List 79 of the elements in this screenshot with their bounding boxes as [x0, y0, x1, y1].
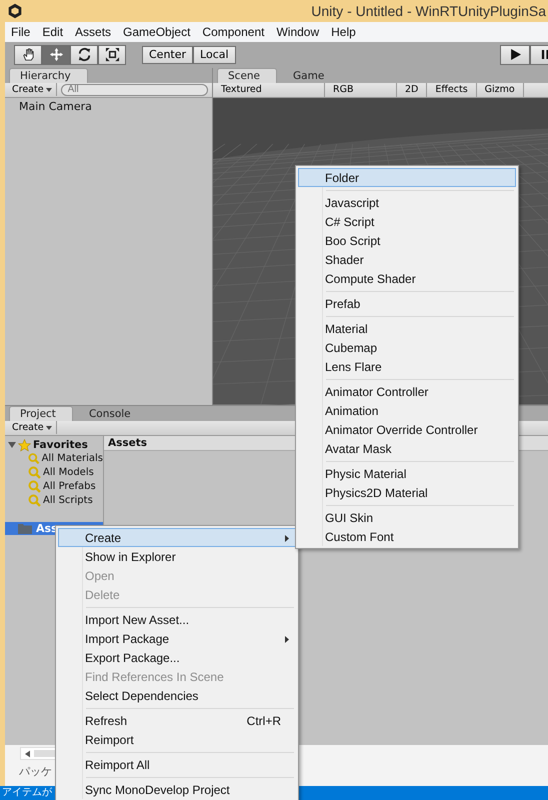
view-tab[interactable]: Scene: [217, 68, 278, 83]
menu-item[interactable]: Prefab: [298, 294, 516, 313]
rotate-icon: [76, 47, 92, 62]
favorite-item[interactable]: All Models: [43, 467, 94, 478]
menu-item[interactable]: Show in Explorer: [58, 547, 296, 566]
arrow-left-icon[interactable]: [25, 750, 30, 758]
menu-item[interactable]: Help: [331, 24, 356, 39]
menu-item[interactable]: Window: [276, 24, 320, 39]
menu-item[interactable]: Sync MonoDevelop Project: [58, 780, 296, 799]
view-tab[interactable]: Game: [283, 68, 340, 83]
menu-item[interactable]: Import New Asset...: [58, 610, 296, 629]
caret-icon: [46, 426, 52, 430]
menu-item[interactable]: Material: [298, 319, 516, 338]
menu-item[interactable]: Reimport All: [58, 755, 296, 774]
hierarchy-tab[interactable]: Hierarchy: [9, 68, 88, 83]
menu-item[interactable]: Folder: [298, 168, 516, 187]
menu-item[interactable]: Lens Flare: [298, 357, 516, 376]
menu-item[interactable]: GameObject: [123, 24, 190, 39]
panel-tab[interactable]: Project: [9, 406, 73, 420]
menu-item[interactable]: Import Package: [58, 629, 296, 648]
menu-item[interactable]: Javascript: [298, 193, 516, 212]
menu-item[interactable]: Custom Font: [298, 527, 516, 546]
star-icon: [18, 438, 31, 452]
search-icon: [28, 480, 41, 493]
scene-toolbar-button[interactable]: RGB: [325, 82, 397, 97]
search-icon: [28, 494, 41, 507]
menu-item[interactable]: Reimport: [58, 730, 296, 749]
pause-icon: [540, 49, 548, 60]
menu-item[interactable]: Animator Controller: [298, 382, 516, 401]
menu-item[interactable]: Compute Shader: [298, 269, 516, 288]
menu-item[interactable]: Select Dependencies: [58, 686, 296, 705]
menu-item[interactable]: Cubemap: [298, 338, 516, 357]
create-dropdown[interactable]: Create: [8, 421, 57, 434]
menu-item[interactable]: Edit: [42, 24, 64, 39]
rotate-tool-button[interactable]: [70, 44, 98, 65]
search-field[interactable]: All: [60, 84, 208, 96]
hierarchy-item[interactable]: Main Camera: [19, 100, 92, 113]
move-tool-button[interactable]: [42, 44, 70, 65]
menu-item[interactable]: Physics2D Material: [298, 483, 516, 502]
menu-item[interactable]: Create: [58, 528, 296, 547]
pivot-button[interactable]: Center: [142, 46, 194, 64]
play-icon: [510, 49, 520, 60]
favorite-item[interactable]: All Prefabs: [43, 481, 96, 492]
hand-tool-button[interactable]: [14, 44, 42, 65]
scene-toolbar-button[interactable]: 2D: [397, 82, 428, 97]
status-text: アイテムが: [2, 787, 52, 799]
menu-item[interactable]: Physic Material: [298, 464, 516, 483]
menu-item[interactable]: File: [11, 24, 30, 39]
hand-icon: [20, 47, 36, 62]
scene-toolbar-button[interactable]: Effects: [427, 82, 477, 97]
scale-icon: [104, 47, 120, 62]
folder-icon: [18, 522, 32, 534]
create-dropdown[interactable]: Create: [8, 83, 57, 96]
menu-item[interactable]: Shader: [298, 250, 516, 269]
scene-toolbar-button[interactable]: Textured: [213, 82, 325, 97]
window-title: Unity - Untitled - WinRTUnityPluginSa: [311, 3, 546, 19]
search-icon: [28, 452, 40, 465]
menu-item[interactable]: Component: [202, 24, 264, 39]
move-icon: [48, 47, 64, 62]
expand-arrow-icon[interactable]: [8, 441, 16, 449]
pivot-button[interactable]: Local: [193, 46, 236, 64]
favorites-label: Favorites: [33, 439, 88, 451]
search-icon: [28, 466, 41, 479]
play-button[interactable]: [500, 44, 530, 65]
cube-logo-icon: [6, 2, 24, 20]
host-label: パッケ: [19, 764, 52, 780]
menu-item[interactable]: C# Script: [298, 212, 516, 231]
menu-item[interactable]: Animation: [298, 401, 516, 420]
favorite-item[interactable]: All Materials: [42, 453, 103, 464]
menu-item[interactable]: Export Package...: [58, 648, 296, 667]
caret-icon: [46, 88, 52, 92]
menu-item[interactable]: Boo Script: [298, 231, 516, 250]
panel-tab[interactable]: Console: [78, 406, 147, 420]
favorite-item[interactable]: All Scripts: [43, 495, 93, 506]
scale-tool-button[interactable]: [98, 44, 126, 65]
menu-item[interactable]: GUI Skin: [298, 508, 516, 527]
menu-item[interactable]: Refresh Ctrl+R: [58, 711, 296, 730]
scene-toolbar-button[interactable]: Gizmo: [476, 82, 524, 97]
menu-item[interactable]: Assets: [75, 24, 112, 39]
